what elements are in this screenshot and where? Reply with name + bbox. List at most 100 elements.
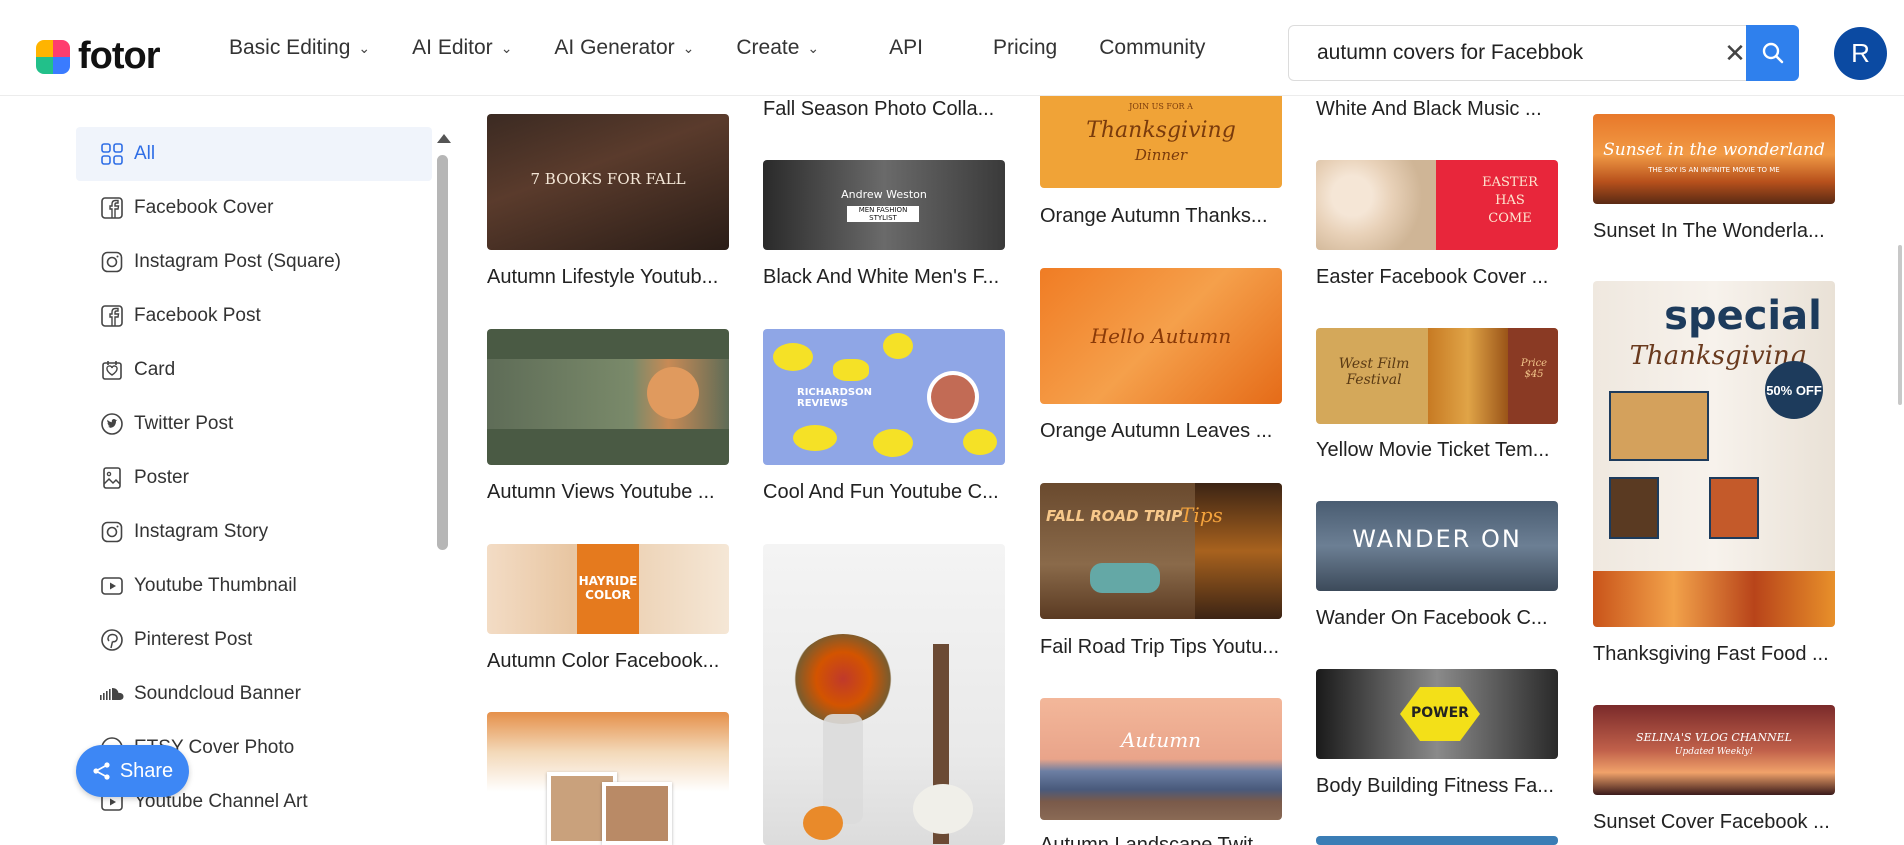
chevron-down-icon: ⌄ — [358, 39, 371, 56]
silhouette-image — [647, 367, 699, 419]
thumbnail-text: FALL ROAD TRIP — [1046, 507, 1183, 525]
template-thumbnail: 7 BOOKS FOR FALL — [487, 114, 729, 250]
nav-label: Community — [1099, 36, 1206, 59]
thumbnail-subtext: MEN FASHION STYLIST — [847, 206, 919, 222]
template-thumbnail — [1316, 836, 1558, 845]
user-avatar[interactable]: R — [1834, 27, 1887, 80]
sidebar-item-twitter-post[interactable]: Twitter Post — [76, 397, 432, 451]
template-thumbnail: special Thanksgiving 50% OFF — [1593, 281, 1835, 627]
sidebar-item-label: Card — [134, 359, 176, 380]
sidebar-item-pinterest-post[interactable]: Pinterest Post — [76, 613, 432, 667]
thumbnail-subtext: Dinner — [1134, 146, 1188, 164]
twitter-icon — [100, 412, 124, 436]
template-title: Autumn Color Facebook... — [487, 650, 720, 672]
share-icon — [93, 762, 110, 780]
nav-label: Basic Editing — [229, 36, 351, 59]
sidebar-item-card[interactable]: Card — [76, 343, 432, 397]
nav-ai-editor[interactable]: AI Editor ⌄ — [412, 36, 512, 60]
fotor-logo[interactable]: fotor — [36, 35, 161, 78]
share-label: Share — [119, 759, 174, 782]
sidebar-item-youtube-thumbnail[interactable]: Youtube Thumbnail — [76, 559, 432, 613]
nav-create[interactable]: Create ⌄ — [736, 36, 819, 60]
template-title: Thanksgiving Fast Food ... — [1593, 643, 1829, 665]
nav-label: API — [889, 36, 924, 59]
thumbnail-text: RICHARDSON REVIEWS — [797, 387, 872, 409]
soundcloud-icon — [100, 682, 124, 706]
grid-icon — [100, 142, 124, 166]
template-thumbnail: RICHARDSON REVIEWS — [763, 329, 1005, 465]
sidebar-item-soundcloud-banner[interactable]: Soundcloud Banner — [76, 667, 432, 721]
template-title: Yellow Movie Ticket Tem... — [1316, 439, 1550, 461]
search-button[interactable] — [1746, 25, 1799, 81]
thumbnail-subtext: Tips — [1180, 503, 1223, 527]
main-nav: Basic Editing ⌄ AI Editor ⌄ AI Generator ⌄ … — [229, 0, 1247, 96]
template-thumbnail: HAYRIDE COLOR — [487, 544, 729, 634]
sidebar-item-all[interactable]: All — [76, 127, 432, 181]
thumbnail-top-text: JOIN US FOR A — [1129, 102, 1193, 111]
template-title: Cool And Fun Youtube C... — [763, 481, 999, 503]
template-thumbnail — [763, 544, 1005, 845]
template-thumbnail: WANDER ON — [1316, 501, 1558, 591]
sidebar-item-label: Instagram Post (Square) — [134, 251, 341, 272]
thumbnail-text: WANDER ON — [1352, 525, 1522, 553]
template-thumbnail: Sunset in the wonderland THE SKY IS AN I… — [1593, 114, 1835, 204]
share-button[interactable]: Share — [76, 745, 189, 797]
nav-api[interactable]: API — [889, 36, 923, 60]
sidebar-item-instagram-post[interactable]: Instagram Post (Square) — [76, 235, 432, 289]
template-thumbnail: EASTER HAS COME — [1316, 160, 1558, 250]
nav-basic-editing[interactable]: Basic Editing ⌄ — [229, 36, 370, 60]
sidebar-item-label: Youtube Thumbnail — [134, 575, 297, 596]
sidebar-item-label: Twitter Post — [134, 413, 234, 434]
thumbnail-text: Autumn — [1120, 728, 1202, 752]
sidebar-scrollbar-thumb[interactable] — [437, 155, 448, 550]
thumbnail-text: POWER — [1411, 705, 1469, 721]
template-title: Autumn Lifestyle Youtub... — [487, 266, 719, 288]
nav-label: Create — [736, 36, 800, 59]
template-thumbnail: SELINA'S VLOG CHANNEL Updated Weekly! — [1593, 705, 1835, 795]
template-thumbnail — [487, 712, 729, 845]
nav-ai-generator[interactable]: AI Generator ⌄ — [554, 36, 694, 60]
sidebar-item-label: Soundcloud Banner — [134, 683, 301, 704]
sidebar-item-facebook-post[interactable]: Facebook Post — [76, 289, 432, 343]
template-thumbnail: FALL ROAD TRIP Tips — [1040, 483, 1282, 619]
thumbnail-text: SELINA'S VLOG CHANNEL — [1636, 731, 1792, 744]
template-title: Autumn Views Youtube ... — [487, 481, 715, 503]
template-thumbnail: Andrew Weston MEN FASHION STYLIST — [763, 160, 1005, 250]
top-header: fotor Basic Editing ⌄ AI Editor ⌄ AI Gener… — [0, 0, 1904, 96]
facebook-icon — [100, 196, 124, 220]
thumbnail-text: special — [1664, 293, 1822, 339]
template-title: Orange Autumn Thanks... — [1040, 205, 1268, 227]
thumbnail-text: Thanksgiving — [1086, 118, 1236, 143]
thumbnail-subtext: Price $45 — [1520, 358, 1548, 380]
chevron-down-icon: ⌄ — [807, 39, 820, 56]
chevron-down-icon: ⌄ — [682, 39, 695, 56]
template-title: Body Building Fitness Fa... — [1316, 775, 1554, 797]
template-thumbnail: West Film Festival Price $45 — [1316, 328, 1558, 424]
template-title: Wander On Facebook C... — [1316, 607, 1548, 629]
template-title: Fall Season Photo Colla... — [763, 98, 995, 120]
thumbnail-subtext: THE SKY IS AN INFINITE MOVIE TO ME — [1648, 166, 1780, 174]
nav-label: Pricing — [993, 36, 1058, 59]
template-title: Orange Autumn Leaves ... — [1040, 420, 1273, 442]
nav-community[interactable]: Community — [1099, 36, 1205, 60]
logo-text: fotor — [78, 35, 161, 77]
thumbnail-text: EASTER HAS COME — [1482, 175, 1538, 226]
sidebar-item-facebook-cover[interactable]: Facebook Cover — [76, 181, 432, 235]
sidebar-item-poster[interactable]: Poster — [76, 451, 432, 505]
card-icon — [100, 358, 124, 382]
nav-pricing[interactable]: Pricing — [993, 36, 1057, 60]
discount-badge: 50% OFF — [1765, 361, 1823, 419]
template-title: White And Black Music ... — [1316, 98, 1542, 120]
template-title: Autumn Landscape Twit... — [1040, 834, 1270, 845]
template-thumbnail: JOIN US FOR A Thanksgiving Dinner — [1040, 96, 1282, 188]
search-input[interactable] — [1289, 26, 1713, 80]
nav-label: AI Generator — [554, 36, 675, 59]
template-title: Black And White Men's F... — [763, 266, 1000, 288]
category-sidebar: All Facebook Cover Instagram Post (Squar… — [76, 127, 432, 829]
scroll-up-arrow-icon[interactable] — [437, 134, 451, 143]
page-scrollbar-thumb[interactable] — [1898, 245, 1902, 405]
sidebar-item-label: Pinterest Post — [134, 629, 253, 650]
search-icon — [1762, 42, 1783, 64]
sidebar-item-instagram-story[interactable]: Instagram Story — [76, 505, 432, 559]
thumbnail-text: Andrew Weston — [841, 188, 927, 201]
